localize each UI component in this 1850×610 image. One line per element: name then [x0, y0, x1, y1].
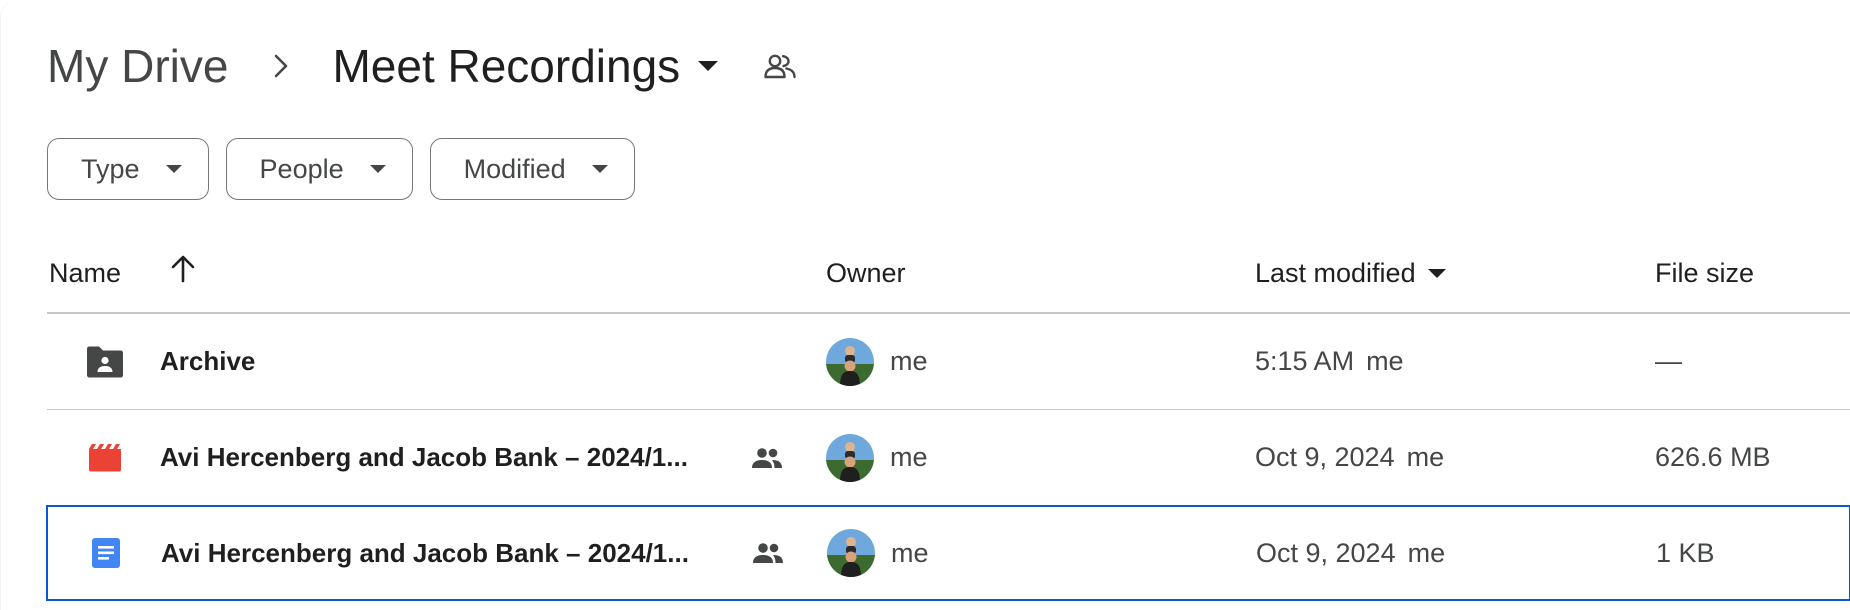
owner-cell: me: [826, 314, 928, 409]
file-size: 1 KB: [1656, 537, 1715, 568]
caret-down-icon: [698, 61, 719, 71]
file-size: —: [1655, 346, 1682, 376]
filter-people-chip[interactable]: People: [225, 138, 413, 200]
last-modified-cell: Oct 9, 2024 me: [1255, 410, 1444, 505]
people-icon: [751, 410, 783, 505]
file-name: Avi Hercenberg and Jacob Bank – 2024/1..…: [160, 442, 688, 472]
avatar: [826, 337, 874, 386]
modified-by: me: [1407, 537, 1446, 568]
owner-name: me: [891, 537, 929, 568]
chevron-right-icon: [272, 53, 290, 79]
filter-type-label: Type: [81, 153, 140, 184]
people-outline-icon[interactable]: [764, 53, 796, 79]
people-icon: [752, 507, 784, 599]
owner-name: me: [890, 442, 928, 472]
table-row[interactable]: Avi Hercenberg and Jacob Bank – 2024/1..…: [46, 505, 1850, 601]
column-header-file-size[interactable]: File size: [1655, 258, 1754, 289]
caret-down-icon: [369, 165, 386, 173]
filter-chips: Type People Modified: [47, 138, 635, 200]
google-doc-icon: [84, 507, 128, 599]
caret-down-icon: [591, 165, 608, 173]
caret-down-icon: [165, 165, 182, 173]
column-header-last-modified[interactable]: Last modified: [1255, 258, 1446, 289]
column-header-last-modified-label: Last modified: [1255, 258, 1416, 288]
modified-date: Oct 9, 2024: [1256, 537, 1396, 568]
avatar: [826, 433, 874, 482]
video-file-icon: [83, 410, 127, 505]
file-size: 626.6 MB: [1655, 442, 1771, 472]
file-name: Avi Hercenberg and Jacob Bank – 2024/1..…: [161, 537, 689, 568]
last-modified-cell: 5:15 AM me: [1255, 314, 1404, 409]
breadcrumb-my-drive[interactable]: My Drive: [47, 43, 228, 89]
drive-file-list: My Drive Meet Recordings Type People Mod…: [0, 0, 1850, 610]
avatar: [827, 529, 875, 577]
breadcrumb-current-folder[interactable]: Meet Recordings: [332, 40, 719, 92]
table-header: Name Owner Last modified File size: [47, 232, 1850, 314]
owner-name: me: [890, 346, 928, 376]
modified-date: Oct 9, 2024: [1255, 442, 1395, 472]
caret-down-icon: [1427, 269, 1446, 278]
owner-cell: me: [826, 410, 928, 505]
filter-type-chip[interactable]: Type: [47, 138, 209, 200]
file-name: Archive: [160, 346, 256, 376]
current-folder-title: Meet Recordings: [332, 40, 681, 92]
modified-date: 5:15 AM: [1255, 346, 1355, 376]
arrow-up-icon[interactable]: [169, 254, 197, 284]
filter-people-label: People: [259, 153, 344, 184]
shared-folder-icon: [83, 314, 127, 409]
modified-by: me: [1406, 442, 1445, 472]
modified-by: me: [1366, 346, 1404, 376]
file-table: Name Owner Last modified File size Archi…: [46, 232, 1850, 601]
table-row[interactable]: Avi Hercenberg and Jacob Bank – 2024/1..…: [47, 410, 1850, 506]
breadcrumb: My Drive Meet Recordings: [47, 28, 796, 104]
owner-cell: me: [827, 507, 929, 599]
last-modified-cell: Oct 9, 2024 me: [1256, 507, 1445, 599]
filter-modified-label: Modified: [463, 153, 566, 184]
column-header-name[interactable]: Name: [49, 258, 121, 289]
table-row[interactable]: Archive me 5:15 AM me —: [47, 314, 1850, 410]
column-header-owner[interactable]: Owner: [826, 258, 906, 289]
filter-modified-chip[interactable]: Modified: [429, 138, 635, 200]
